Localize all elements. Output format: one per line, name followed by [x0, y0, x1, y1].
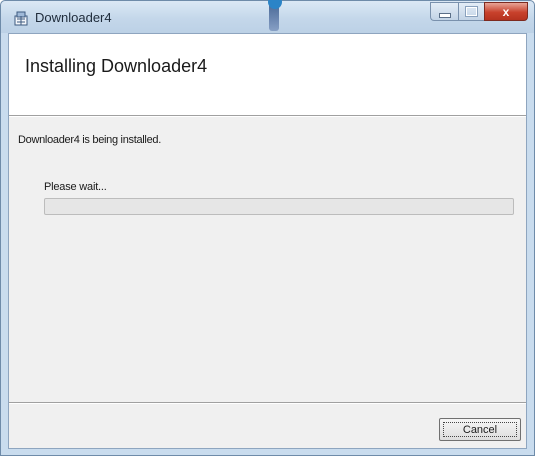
- maximize-icon: [465, 6, 478, 17]
- minimize-icon: [438, 12, 451, 18]
- title-bar[interactable]: Downloader4 x: [1, 0, 534, 33]
- footer-divider-highlight: [9, 403, 526, 404]
- maximize-button[interactable]: [458, 2, 484, 21]
- page-title: Installing Downloader4: [25, 56, 208, 76]
- title-bar-dot-decoration: [268, 0, 282, 9]
- cancel-button-label: Cancel: [462, 423, 498, 436]
- installer-window: Downloader4 x Installing Downloader4 Dow…: [0, 0, 535, 456]
- header-banner: Installing Downloader4: [9, 34, 526, 116]
- minimize-button[interactable]: [430, 2, 458, 21]
- install-status-text: Downloader4 is being installed.: [18, 134, 161, 146]
- window-title: Downloader4: [35, 10, 112, 25]
- installer-client-area: Installing Downloader4 Downloader4 is be…: [8, 33, 527, 449]
- header-divider: [9, 116, 526, 117]
- installer-app-icon: [14, 11, 28, 26]
- cancel-button[interactable]: Cancel: [439, 418, 521, 441]
- install-progress-bar: [44, 198, 514, 215]
- close-button[interactable]: x: [484, 2, 528, 21]
- window-controls: x: [430, 2, 528, 22]
- close-icon: x: [502, 4, 510, 19]
- please-wait-label: Please wait...: [44, 181, 107, 193]
